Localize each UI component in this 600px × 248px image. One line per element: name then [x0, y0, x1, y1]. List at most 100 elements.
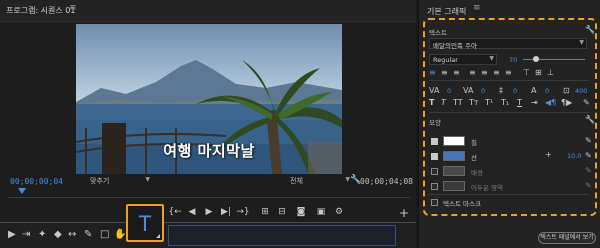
mark-in-button[interactable]: {←: [168, 205, 182, 219]
justify-all-icon[interactable]: ≡: [505, 68, 512, 78]
shadow-checkbox[interactable]: [431, 183, 438, 190]
leading-value[interactable]: 0: [513, 87, 517, 95]
kerning-icon: VA: [463, 86, 474, 95]
panel-menu-icon[interactable]: ≡: [473, 3, 481, 13]
monitor-tab-bar: 프로그램: 시퀀스 01 ≡: [0, 0, 416, 22]
rectangle-tool-icon[interactable]: □: [100, 229, 109, 240]
ripple-tool-icon[interactable]: ✦: [38, 229, 46, 240]
background-color-swatch[interactable]: [443, 166, 465, 176]
transport-controls: {← ◀ ▶ ▶| →} ⊞ ⊟ ◙ ▣ ⚙: [168, 205, 348, 221]
tsume-value[interactable]: 400: [575, 87, 587, 95]
justify-left-icon[interactable]: ≡: [469, 68, 476, 78]
add-button[interactable]: +: [399, 206, 409, 220]
eyedropper-icon[interactable]: ✎: [585, 181, 592, 190]
quality-dropdown[interactable]: 전체 ▼: [290, 176, 352, 187]
font-family-dropdown[interactable]: 배달의민족 주아 ▼: [429, 38, 587, 50]
divider: [429, 194, 589, 195]
align-left-icon[interactable]: ≡: [429, 68, 436, 78]
tracking-icon: VA: [429, 86, 440, 95]
chevron-down-icon: ▼: [489, 55, 494, 62]
baseline-shift-value[interactable]: 0: [545, 87, 549, 95]
tracking-value[interactable]: 0: [447, 87, 451, 95]
step-back-button[interactable]: ◀: [185, 205, 199, 219]
timecode-duration: 00;00;04;08: [360, 177, 413, 186]
eyedropper-icon[interactable]: ✎: [585, 166, 592, 175]
stroke-color-swatch[interactable]: [443, 151, 465, 161]
divider: [429, 112, 589, 113]
video-caption[interactable]: 여행 마지막날: [76, 140, 342, 161]
eyedropper-icon[interactable]: ✎: [583, 98, 590, 108]
eyedropper-icon[interactable]: ✎: [585, 136, 592, 145]
multicam-button[interactable]: ▣: [314, 205, 328, 219]
hand-tool-icon[interactable]: ✋: [114, 229, 126, 240]
essential-graphics-panel: 기본 그래픽 ≡ 텍스트 🔧 배달의민족 주아 ▼ Regular ▼ 70 ≡…: [418, 0, 600, 248]
view-in-text-panel-button[interactable]: 텍스트 패널에서 보기: [538, 232, 596, 244]
type-tool-button[interactable]: T: [126, 204, 164, 242]
align-middle-icon[interactable]: ⊞: [535, 68, 542, 78]
chevron-down-icon: ▼: [145, 176, 150, 183]
timeline-track-area[interactable]: [168, 225, 396, 246]
stroke-label: 선: [471, 154, 477, 162]
appearance-section-label: 모양: [429, 119, 441, 127]
step-forward-button[interactable]: ▶|: [219, 205, 233, 219]
font-size-slider-thumb[interactable]: [533, 56, 539, 62]
stroke-checkbox[interactable]: [431, 153, 438, 160]
underline-icon[interactable]: T: [517, 98, 522, 108]
align-bottom-icon[interactable]: ⊥: [547, 68, 554, 78]
align-right-icon[interactable]: ≡: [453, 68, 460, 78]
align-center-icon[interactable]: ≡: [441, 68, 448, 78]
font-style-dropdown[interactable]: Regular ▼: [429, 54, 497, 65]
justify-center-icon[interactable]: ≡: [481, 68, 488, 78]
extract-button[interactable]: ⊟: [275, 205, 289, 219]
lift-button[interactable]: ⊞: [258, 205, 272, 219]
slip-tool-icon[interactable]: ↔: [68, 229, 76, 240]
faux-italic-icon[interactable]: T: [441, 98, 446, 108]
text-section-label: 텍스트: [429, 29, 447, 37]
baseline-shift-icon: A: [531, 86, 537, 95]
kerning-value[interactable]: 0: [481, 87, 485, 95]
settings-button[interactable]: ⚙: [332, 205, 346, 219]
justify-right-icon[interactable]: ≡: [493, 68, 500, 78]
small-caps-icon[interactable]: Tт: [469, 98, 479, 108]
selection-tool-icon[interactable]: ▶: [8, 229, 16, 240]
background-checkbox[interactable]: [431, 168, 438, 175]
monitor-menu-icon[interactable]: ≡: [69, 3, 77, 13]
all-caps-icon[interactable]: TT: [453, 98, 463, 108]
go-to-out-button[interactable]: →}: [236, 205, 250, 219]
shadow-color-swatch[interactable]: [443, 181, 465, 191]
faux-bold-icon[interactable]: T: [429, 98, 434, 108]
fill-checkbox[interactable]: [431, 138, 438, 145]
program-monitor: 프로그램: 시퀀스 01 ≡ 여행 마지막날 00;00;00;04 맞추기 ▼…: [0, 0, 416, 248]
play-button[interactable]: ▶: [202, 205, 216, 219]
monitor-title[interactable]: 프로그램: 시퀀스 01: [6, 5, 75, 16]
superscript-icon[interactable]: T¹: [485, 98, 493, 108]
subscript-icon[interactable]: T₁: [501, 98, 509, 108]
add-stroke-icon[interactable]: +: [545, 150, 552, 160]
text-direction-rtl-icon[interactable]: ¶▶: [561, 98, 572, 108]
wrench-icon[interactable]: 🔧: [585, 25, 595, 35]
fill-color-swatch[interactable]: [443, 136, 465, 146]
stroke-width-value[interactable]: 10.0: [567, 152, 581, 160]
font-size-value[interactable]: 70: [509, 56, 517, 64]
pen-tool-icon[interactable]: ✎: [84, 229, 92, 240]
font-family-value: 배달의민족 주아: [433, 42, 477, 50]
camera-icon[interactable]: ◙: [294, 205, 308, 219]
fit-dropdown[interactable]: 맞추기 ▼: [90, 176, 152, 187]
text-direction-ltr-icon[interactable]: ◀¶: [545, 98, 556, 108]
video-frame: 여행 마지막날: [76, 24, 342, 174]
font-style-value: Regular: [433, 56, 458, 64]
divider: [429, 80, 589, 81]
leading-icon: ‡: [499, 86, 503, 95]
text-mask-checkbox[interactable]: [431, 199, 438, 206]
track-select-tool-icon[interactable]: ⇥: [22, 229, 30, 240]
panel-title[interactable]: 기본 그래픽: [427, 6, 466, 17]
razor-tool-icon[interactable]: ◆: [54, 229, 62, 240]
playhead-marker[interactable]: [18, 188, 26, 194]
wrench-icon[interactable]: 🔧: [585, 115, 595, 125]
timecode-current[interactable]: 00;00;00;04: [10, 177, 63, 186]
eyedropper-icon[interactable]: ✎: [585, 151, 592, 160]
align-top-icon[interactable]: ⊤: [523, 68, 530, 78]
ligature-icon[interactable]: ⇥: [531, 98, 538, 108]
time-ruler[interactable]: [8, 190, 410, 198]
chevron-down-icon: ▼: [579, 39, 584, 46]
